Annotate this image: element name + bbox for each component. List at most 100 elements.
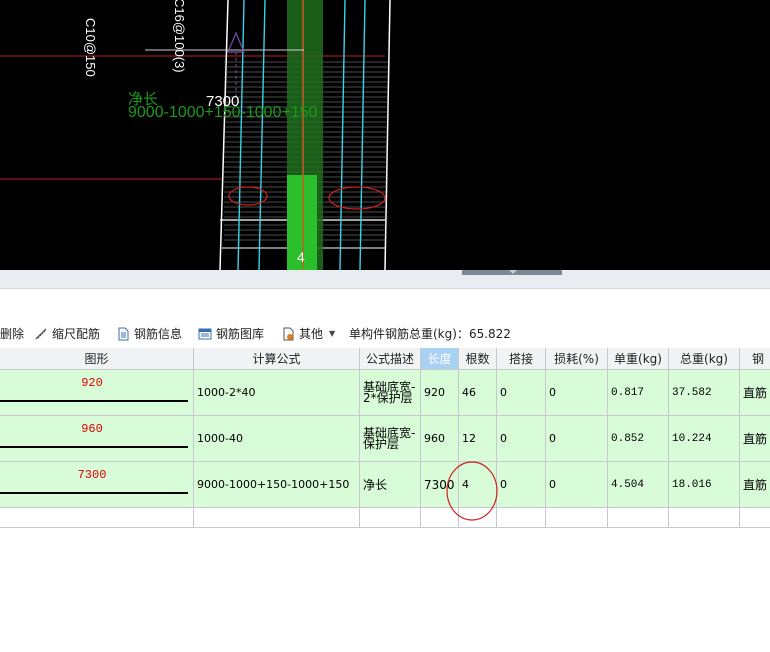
shape-cell[interactable]: 960	[0, 416, 194, 462]
panel-splitter[interactable]	[0, 270, 770, 289]
table-row[interactable]: 960 1000-40 基础底宽-保护层 960 12 0 0 0.852 10…	[0, 416, 770, 462]
shape-cell[interactable]: 7300	[0, 462, 194, 508]
formula-desc-cell[interactable]: 净长	[360, 462, 421, 508]
scale-rebar-label: 缩尺配筋	[52, 327, 101, 341]
splitter-handle[interactable]	[462, 270, 562, 275]
cad-drawing-view[interactable]: C10@150 C16@100(3) 净长 7300 9000-1000+150…	[0, 0, 770, 270]
header-unit-weight[interactable]: 单重(kg)	[608, 348, 669, 370]
document-icon	[118, 327, 129, 340]
shape-line	[0, 400, 188, 402]
header-lap[interactable]: 搭接	[497, 348, 546, 370]
library-grid-icon	[198, 328, 212, 339]
empty-cell[interactable]	[497, 508, 546, 528]
annotation-circle-right	[328, 186, 386, 210]
unit-weight-text: 4.504	[611, 478, 645, 491]
lap-cell[interactable]: 0	[497, 462, 546, 508]
total-weight-display: 单构件钢筋总重(kg)： 65.822	[349, 325, 511, 342]
unit-weight-text: 0.817	[611, 386, 645, 399]
shape-line	[0, 446, 188, 448]
loss-cell[interactable]: 0	[546, 462, 608, 508]
loss-cell[interactable]: 0	[546, 370, 608, 416]
lap-text: 0	[500, 432, 507, 445]
settings-document-icon	[283, 327, 294, 340]
rebar-type-cell[interactable]: 直筋	[740, 370, 770, 416]
header-loss[interactable]: 损耗(%)	[546, 348, 608, 370]
total-weight-label: 单构件钢筋总重(kg)：	[349, 327, 469, 341]
formula-desc-text: 基础底宽-保护层	[363, 425, 416, 451]
scale-rebar-button[interactable]: 缩尺配筋	[34, 325, 100, 342]
empty-cell[interactable]	[669, 508, 740, 528]
other-dropdown-button[interactable]: 其他 ▼	[281, 325, 335, 342]
header-length[interactable]: 长度	[421, 348, 459, 370]
length-cell[interactable]: 960	[421, 416, 459, 462]
total-weight-text: 18.016	[672, 478, 712, 491]
collapse-arrow-icon	[509, 270, 517, 274]
empty-cell[interactable]	[740, 508, 770, 528]
header-shape[interactable]: 图形	[0, 348, 194, 370]
lap-cell[interactable]: 0	[497, 370, 546, 416]
rebar-type-text: 直筋	[743, 432, 768, 446]
rebar-type-text: 直筋	[743, 386, 768, 400]
section-marker-icon	[227, 31, 245, 53]
total-weight-cell[interactable]: 37.582	[669, 370, 740, 416]
formula-text: 9000-1000+150-1000+150	[197, 478, 350, 491]
rebar-info-label: 钢筋信息	[134, 327, 183, 341]
count-text: 46	[462, 386, 476, 399]
length-text: 920	[424, 386, 445, 399]
table-row-empty[interactable]	[0, 508, 770, 528]
lap-cell[interactable]: 0	[497, 416, 546, 462]
formula-cell[interactable]: 1000-40	[194, 416, 360, 462]
rebar-library-label: 钢筋图库	[216, 327, 265, 341]
rebar-toolbar: 删除 缩尺配筋 钢筋信息 钢筋图库 其他 ▼ 单构件钢筋总重(kg)： 65.8…	[0, 318, 770, 348]
header-formula-desc[interactable]: 公式描述	[360, 348, 421, 370]
rebar-info-button[interactable]: 钢筋信息	[116, 325, 182, 342]
unit-weight-text: 0.852	[611, 432, 645, 445]
shape-value: 7300	[77, 468, 107, 482]
loss-text: 0	[549, 478, 556, 491]
unit-weight-cell[interactable]: 0.817	[608, 370, 669, 416]
table-row[interactable]: 920 1000-2*40 基础底宽-2*保护层 920 46 0 0 0.81…	[0, 370, 770, 416]
rotated-spec-2: C16@100(3)	[172, 0, 187, 73]
count-cell[interactable]: 12	[459, 416, 497, 462]
formula-cell[interactable]: 1000-2*40	[194, 370, 360, 416]
header-total-weight[interactable]: 总重(kg)	[669, 348, 740, 370]
unit-weight-cell[interactable]: 4.504	[608, 462, 669, 508]
count-text: 12	[462, 432, 476, 445]
shape-value: 920	[81, 376, 103, 390]
loss-text: 0	[549, 386, 556, 399]
header-count[interactable]: 根数	[459, 348, 497, 370]
length-text: 960	[424, 432, 445, 445]
rebar-library-button[interactable]: 钢筋图库	[198, 325, 264, 342]
table-row[interactable]: 7300 9000-1000+150-1000+150 净长 7300 4 0 …	[0, 462, 770, 508]
lap-text: 0	[500, 478, 507, 491]
empty-cell[interactable]	[0, 508, 194, 528]
loss-cell[interactable]: 0	[546, 416, 608, 462]
total-weight-cell[interactable]: 18.016	[669, 462, 740, 508]
delete-button[interactable]: 删除	[0, 325, 24, 342]
unit-weight-cell[interactable]: 0.852	[608, 416, 669, 462]
total-weight-text: 37.582	[672, 386, 712, 399]
empty-cell[interactable]	[360, 508, 421, 528]
header-formula[interactable]: 计算公式	[194, 348, 360, 370]
ruler-icon	[35, 327, 47, 340]
length-cell[interactable]: 920	[421, 370, 459, 416]
formula-desc-cell[interactable]: 基础底宽-2*保护层	[360, 370, 421, 416]
formula-desc-cell[interactable]: 基础底宽-保护层	[360, 416, 421, 462]
total-weight-cell[interactable]: 10.224	[669, 416, 740, 462]
empty-cell[interactable]	[194, 508, 360, 528]
beam-edge-right	[384, 0, 391, 270]
rebar-type-cell[interactable]: 直筋	[740, 416, 770, 462]
empty-cell[interactable]	[608, 508, 669, 528]
count-cell[interactable]: 46	[459, 370, 497, 416]
header-rebar-type[interactable]: 钢筋	[740, 348, 770, 370]
rebar-type-cell[interactable]: 直筋	[740, 462, 770, 508]
formula-text: 1000-2*40	[197, 386, 256, 399]
length-formula-label: 9000-1000+150-1000+150	[128, 104, 318, 121]
rotated-spec-1: C10@150	[83, 18, 98, 77]
total-weight-text: 10.224	[672, 432, 712, 445]
beam-edge-left	[219, 0, 229, 270]
formula-cell[interactable]: 9000-1000+150-1000+150	[194, 462, 360, 508]
shape-cell[interactable]: 920	[0, 370, 194, 416]
empty-cell[interactable]	[546, 508, 608, 528]
shape-value: 960	[81, 422, 103, 436]
